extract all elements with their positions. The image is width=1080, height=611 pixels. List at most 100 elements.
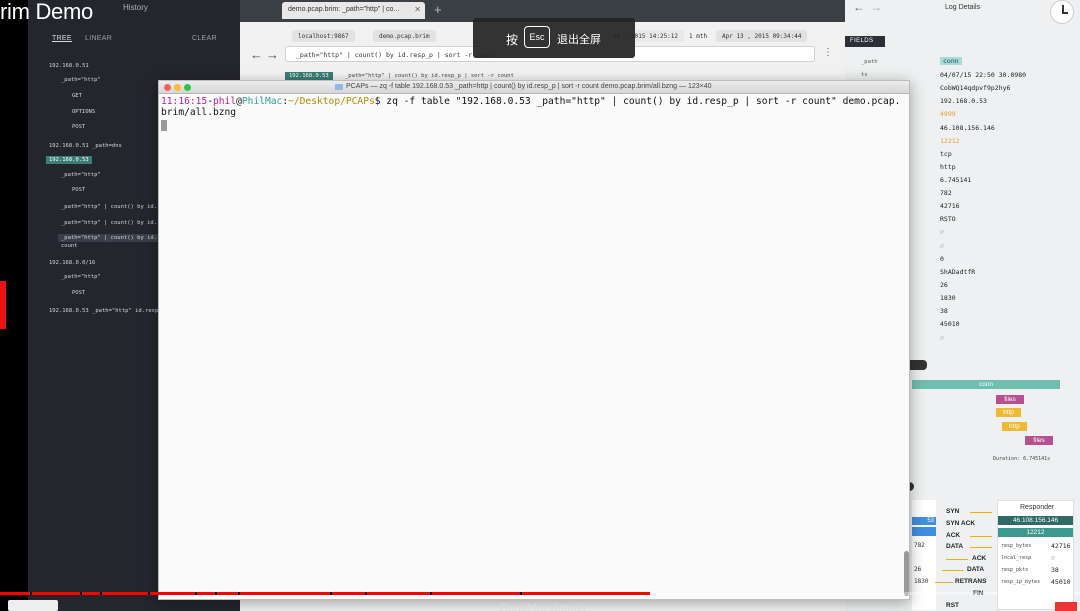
responder-port[interactable]: 12212 bbox=[998, 528, 1073, 537]
clear-button[interactable]: CLEAR bbox=[192, 35, 217, 42]
plus-icon[interactable]: + bbox=[434, 2, 442, 17]
field-value[interactable]: conn bbox=[940, 57, 962, 65]
terminal-output[interactable]: 11:16:15-phil@PhilMac:~/Desktop/PCAPs$ z… bbox=[161, 96, 906, 118]
video-progress-fill[interactable] bbox=[0, 592, 650, 595]
tab-tree[interactable]: TREE bbox=[52, 35, 72, 42]
scroll-hint: Scroll for details bbox=[500, 601, 586, 611]
query-tab[interactable]: demo.pcap.brim: _path="http" | co... ✕ bbox=[282, 2, 425, 19]
responder-value[interactable]: 38 bbox=[1051, 566, 1059, 574]
field-value[interactable]: tcp bbox=[940, 150, 952, 158]
flag-syn-ack: SYN ACK bbox=[946, 520, 976, 527]
field-value[interactable]: 04/07/15 22:50 30.0980 bbox=[940, 71, 1026, 79]
tab-linear[interactable]: LINEAR bbox=[85, 35, 112, 42]
tree-item[interactable]: _path="http" bbox=[61, 77, 101, 83]
tree-item[interactable]: POST bbox=[72, 187, 85, 193]
field-value[interactable]: ∅ bbox=[940, 242, 944, 250]
result-ip-chip[interactable]: 192.168.0.53 bbox=[285, 72, 333, 80]
query-tab-label: demo.pcap.brim: _path="http" | co... bbox=[288, 6, 400, 13]
time-span: 1 mth bbox=[689, 33, 708, 40]
arrow-right-icon[interactable]: → bbox=[266, 47, 279, 62]
field-value[interactable]: 0 bbox=[940, 255, 944, 263]
arrow-left bbox=[935, 582, 953, 583]
field-value[interactable]: CobWQ14qdpvf9p2hy6 bbox=[940, 84, 1010, 92]
chapter-divider bbox=[365, 592, 367, 595]
tree-item-selected[interactable]: 192.168.0.53 bbox=[46, 156, 92, 164]
arrow-right bbox=[970, 512, 992, 513]
close-window-button[interactable] bbox=[164, 84, 171, 91]
field-value[interactable]: 46.108.156.146 bbox=[940, 124, 995, 132]
tree-item[interactable]: _path="http" bbox=[61, 274, 101, 280]
video-control[interactable] bbox=[1055, 602, 1077, 611]
initiator-value: 782 bbox=[914, 542, 925, 549]
flag-syn: SYN bbox=[946, 508, 960, 515]
timeline-http[interactable]: http bbox=[996, 408, 1021, 417]
flag-data: DATA bbox=[967, 566, 985, 573]
responder-key: resp_ip_bytes bbox=[1001, 579, 1041, 585]
history-label[interactable]: History bbox=[123, 3, 148, 12]
field-value[interactable]: 192.168.0.53 bbox=[940, 97, 987, 105]
field-value[interactable]: 26 bbox=[940, 281, 948, 289]
field-value[interactable]: 45010 bbox=[940, 320, 960, 328]
terminal-titlebar[interactable]: PCAPs — zq -f table 192.168.0.53 _path=h… bbox=[159, 81, 909, 94]
arrow-left-icon[interactable]: ← bbox=[853, 0, 865, 14]
tree-item[interactable]: count bbox=[61, 243, 78, 249]
clock-icon[interactable] bbox=[1050, 0, 1074, 24]
field-value[interactable]: 42716 bbox=[940, 202, 960, 210]
chapter-divider bbox=[100, 592, 102, 595]
responder-value[interactable]: ∅ bbox=[1051, 554, 1055, 562]
esc-press-label: 按 bbox=[506, 33, 519, 47]
field-value[interactable]: 12212 bbox=[940, 137, 960, 145]
timeline-http[interactable]: http bbox=[1002, 422, 1027, 431]
arrow-left bbox=[942, 570, 964, 571]
responder-ip[interactable]: 46.108.156.146 bbox=[998, 516, 1073, 525]
field-value[interactable]: 38 bbox=[940, 307, 948, 315]
tree-item[interactable]: GET bbox=[72, 93, 82, 99]
flag-rst: RST bbox=[946, 602, 959, 609]
folder-icon bbox=[335, 84, 343, 90]
maximize-window-button[interactable] bbox=[184, 84, 191, 91]
timeline-files[interactable]: files bbox=[1025, 436, 1053, 445]
minimize-window-button[interactable] bbox=[174, 84, 181, 91]
field-value[interactable]: 1830 bbox=[940, 294, 956, 302]
more-options-icon[interactable]: ⋮ bbox=[823, 47, 833, 58]
tree-item[interactable]: 192.168.0.0/16 bbox=[49, 260, 95, 266]
video-title: rim Demo bbox=[0, 0, 93, 24]
field-value[interactable]: 6.745141 bbox=[940, 176, 971, 184]
tree-item[interactable]: OPTIONS bbox=[72, 109, 95, 115]
timeline-conn[interactable]: conn bbox=[912, 380, 1060, 389]
field-value[interactable]: RSTO bbox=[940, 215, 956, 223]
tree-item[interactable]: _path="http" bbox=[61, 172, 101, 178]
tree-item[interactable]: POST bbox=[72, 290, 85, 296]
field-value[interactable]: ∅ bbox=[940, 228, 944, 236]
space-selector[interactable]: localhost:9867 bbox=[292, 30, 355, 42]
arrow-left-icon[interactable]: ← bbox=[250, 47, 263, 62]
close-icon[interactable]: ✕ bbox=[414, 5, 421, 14]
responder-value[interactable]: 45010 bbox=[1051, 578, 1071, 586]
responder-key: resp_pkts bbox=[1001, 567, 1029, 573]
field-value[interactable]: 4999 bbox=[940, 110, 956, 118]
tree-item[interactable]: 192.168.0.53 _path="http" id.resp bbox=[49, 308, 158, 314]
tree-item[interactable]: 192.168.0.51 bbox=[49, 63, 89, 69]
flag-ack: ACK bbox=[972, 555, 987, 562]
tree-item-active[interactable]: _path="http" | count() by id.r bbox=[58, 234, 160, 242]
tree-item[interactable]: _path="http" | count() by id.r bbox=[61, 204, 160, 210]
pcap-selector[interactable]: demo.pcap.brim bbox=[373, 30, 436, 42]
tree-item[interactable]: POST bbox=[72, 124, 85, 130]
field-value[interactable]: http bbox=[940, 163, 956, 171]
field-value[interactable]: ShADadtfR bbox=[940, 268, 975, 276]
video-control[interactable] bbox=[8, 600, 58, 611]
time-to[interactable]: Apr 13 , 2015 09:34:44 bbox=[716, 30, 808, 42]
tree-item[interactable]: 192.168.0.51 _path=dns bbox=[49, 143, 122, 149]
terminal-window[interactable]: PCAPs — zq -f table 192.168.0.53 _path=h… bbox=[158, 80, 910, 600]
fields-tab[interactable]: FIELDS bbox=[845, 36, 885, 47]
chapter-divider bbox=[215, 592, 217, 595]
responder-value[interactable]: 42716 bbox=[1051, 542, 1071, 550]
field-value[interactable]: ∅ bbox=[940, 334, 944, 342]
field-value[interactable]: 782 bbox=[940, 189, 952, 197]
tree-item[interactable]: _path="http" | count() by id.r bbox=[61, 220, 160, 226]
arrow-right-icon[interactable]: → bbox=[870, 0, 882, 14]
responder-key: local_resp bbox=[1001, 555, 1032, 561]
timeline-files[interactable]: files bbox=[996, 395, 1024, 404]
terminal-scrollbar[interactable] bbox=[904, 551, 909, 596]
terminal-title: PCAPs — zq -f table 192.168.0.53 _path=h… bbox=[346, 83, 712, 90]
